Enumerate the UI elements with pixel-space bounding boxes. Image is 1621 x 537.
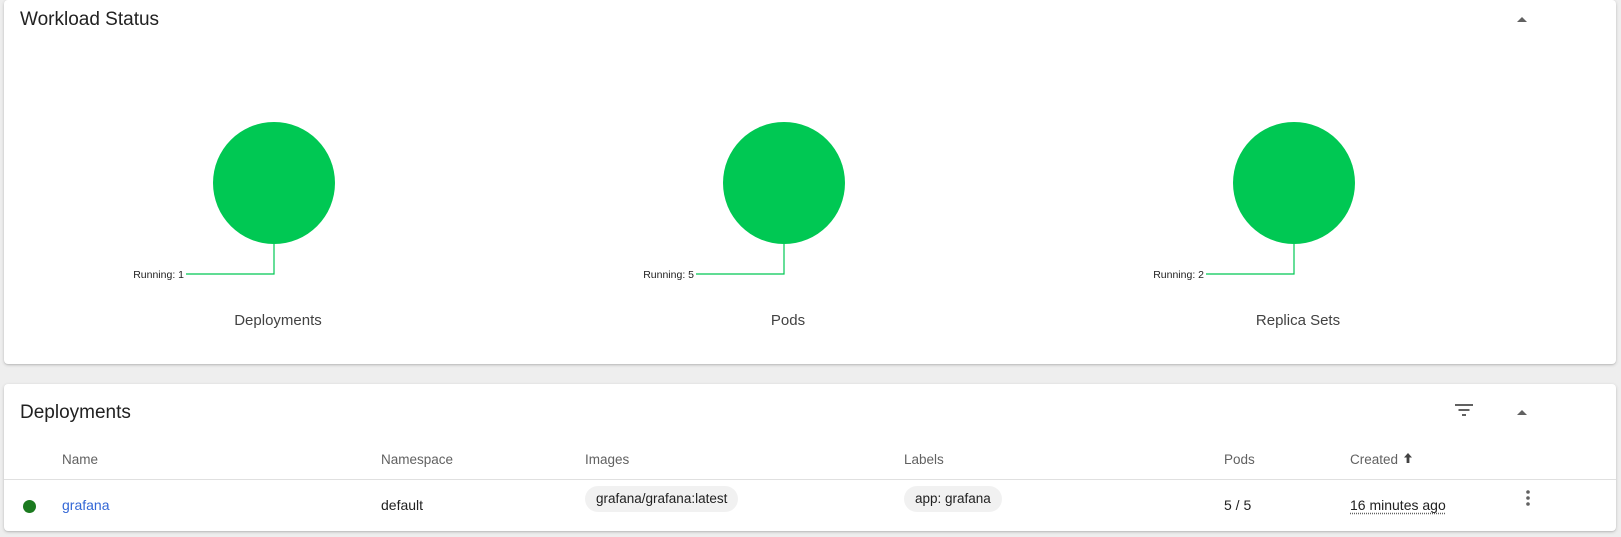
label-chip: app: grafana bbox=[904, 486, 1002, 512]
image-chip: grafana/grafana:latest bbox=[585, 486, 739, 512]
column-header-pods: Pods bbox=[1224, 452, 1255, 467]
replica-sets-running-slice[interactable] bbox=[1233, 122, 1355, 244]
pods-leader-line bbox=[696, 244, 785, 275]
deployment-name-cell: grafana bbox=[62, 497, 109, 513]
pods-chart-label: Pods bbox=[770, 312, 806, 329]
row-actions-button[interactable] bbox=[1516, 488, 1540, 512]
running-status-dot bbox=[23, 500, 36, 513]
table-header-divider bbox=[4, 479, 1616, 480]
column-header-name[interactable]: Name bbox=[62, 452, 98, 467]
filter-icon bbox=[1454, 403, 1474, 422]
column-header-created-label: Created bbox=[1350, 452, 1399, 467]
column-header-images: Images bbox=[585, 452, 630, 467]
deployments-card: Deployments Name Namespace Images Labels… bbox=[4, 384, 1616, 531]
column-header-namespace[interactable]: Namespace bbox=[381, 452, 453, 467]
replica-sets-chart-label: Replica Sets bbox=[1255, 312, 1341, 329]
pods-running-slice[interactable] bbox=[723, 122, 845, 244]
replica-sets-pie: Running: 2 bbox=[1153, 122, 1355, 281]
pods-running-label: Running: 5 bbox=[643, 269, 694, 281]
deployments-leader-line bbox=[186, 244, 275, 275]
column-header-created[interactable]: Created bbox=[1350, 452, 1413, 467]
deployments-pie: Running: 1 bbox=[133, 122, 335, 281]
namespace-cell: default bbox=[381, 497, 424, 513]
chevron-up-icon bbox=[1516, 10, 1528, 28]
workload-status-title: Workload Status bbox=[20, 9, 160, 30]
collapse-workload-status-button[interactable] bbox=[1504, 1, 1540, 37]
workload-status-card: Workload Status Running: 1 Deployments R… bbox=[4, 0, 1616, 364]
deployments-chart-label: Deployments bbox=[234, 312, 322, 329]
deployments-status-chart: Running: 1 Deployments bbox=[108, 120, 448, 340]
arrow-up-icon bbox=[1403, 452, 1413, 467]
more-vert-icon bbox=[1526, 489, 1530, 511]
pods-pie: Running: 5 bbox=[643, 122, 845, 281]
deployments-running-label: Running: 1 bbox=[133, 269, 184, 281]
pods-cell: 5 / 5 bbox=[1224, 497, 1252, 513]
pods-status-chart: Running: 5 Pods bbox=[618, 120, 958, 340]
column-header-labels: Labels bbox=[904, 452, 944, 467]
deployments-title: Deployments bbox=[20, 402, 131, 423]
chevron-up-icon bbox=[1516, 403, 1528, 421]
created-cell: 16 minutes ago bbox=[1350, 497, 1446, 513]
replica-sets-leader-line bbox=[1206, 244, 1295, 275]
replica-sets-status-chart: Running: 2 Replica Sets bbox=[1128, 120, 1468, 340]
filter-button[interactable] bbox=[1446, 394, 1482, 430]
collapse-deployments-button[interactable] bbox=[1504, 394, 1540, 430]
deployments-running-slice[interactable] bbox=[213, 122, 335, 244]
replica-sets-running-label: Running: 2 bbox=[1153, 269, 1204, 281]
deployment-name-link[interactable]: grafana bbox=[62, 497, 109, 513]
